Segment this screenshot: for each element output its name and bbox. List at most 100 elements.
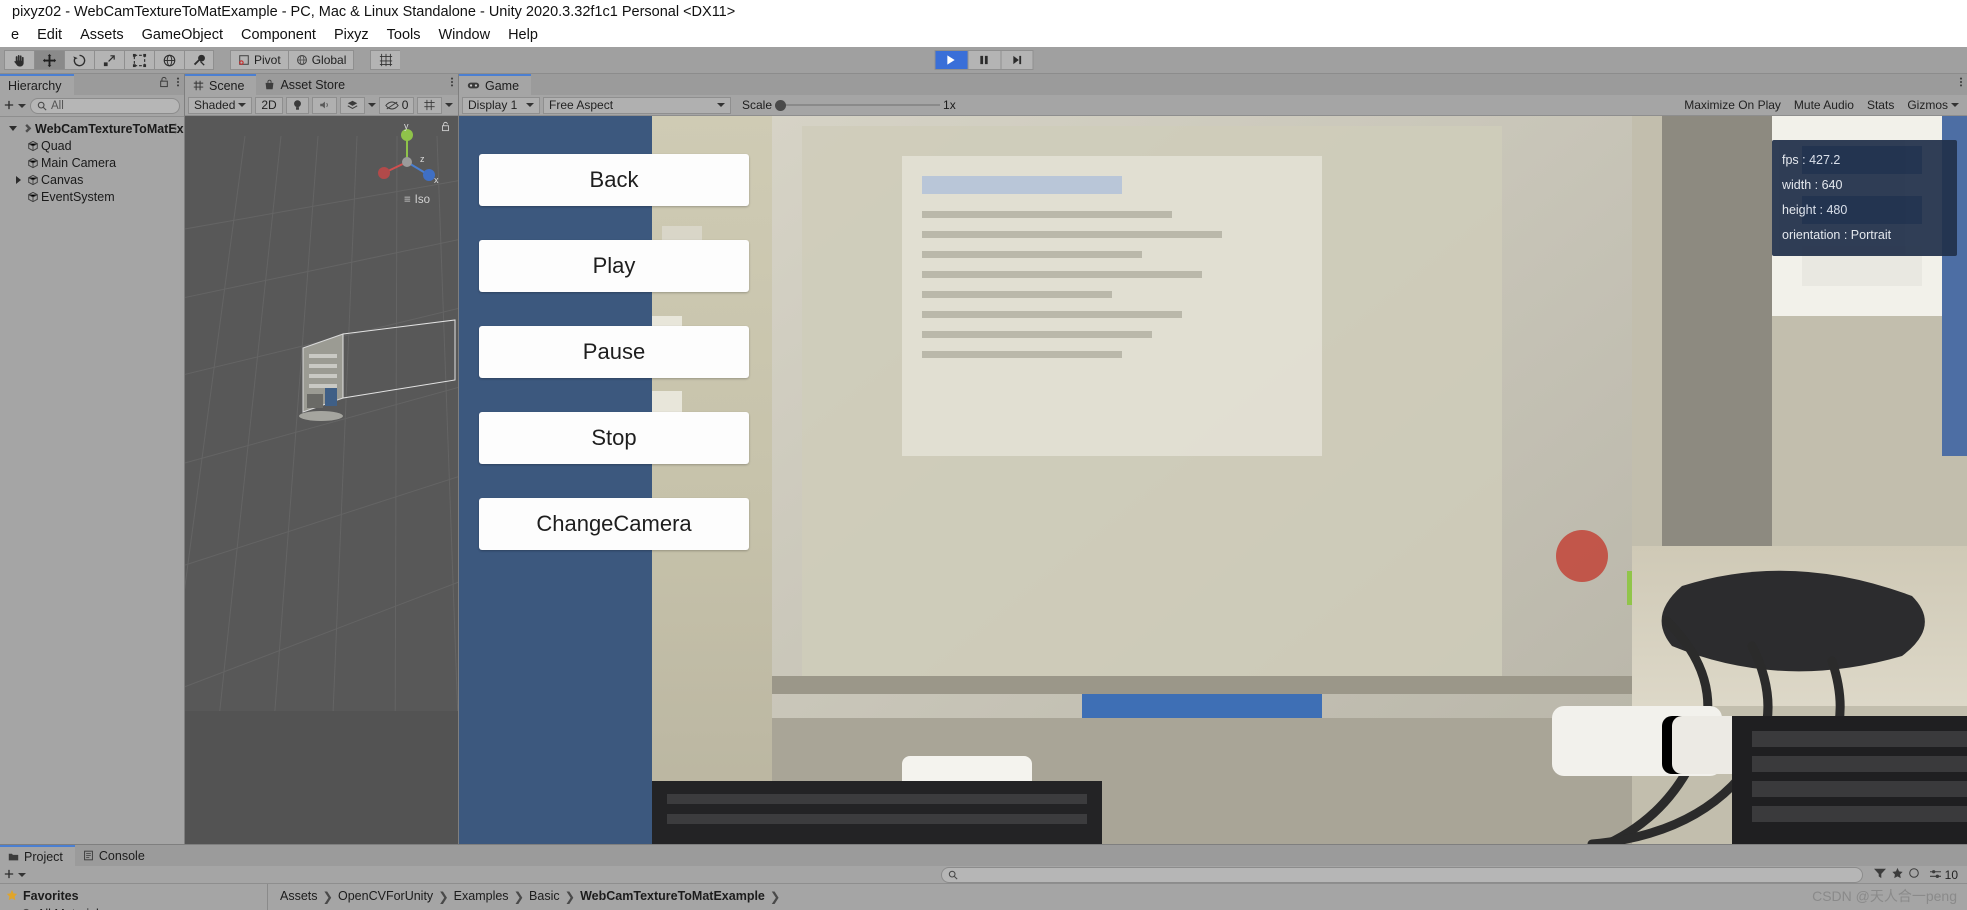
game-button-change-camera[interactable]: ChangeCamera xyxy=(479,498,749,550)
project-search-input[interactable] xyxy=(941,866,1863,883)
move-tool-button[interactable] xyxy=(34,50,64,70)
menu-item-edit[interactable]: Edit xyxy=(28,24,71,47)
webcam-feed xyxy=(652,116,1967,844)
breadcrumb-opencvforunity[interactable]: OpenCVForUnity xyxy=(338,889,433,903)
display-dropdown[interactable]: Display 1 xyxy=(462,96,540,114)
maximize-on-play-button[interactable]: Maximize On Play xyxy=(1679,97,1786,114)
breadcrumb-separator-icon: ❯ xyxy=(513,889,525,904)
scene-view-mode-label[interactable]: ≡ Iso xyxy=(404,194,430,206)
scene-fx-button[interactable] xyxy=(339,96,365,114)
custom-editor-tool-button[interactable] xyxy=(184,50,214,70)
scene-selected-quad xyxy=(299,319,456,421)
project-create-dropdown-icon[interactable] xyxy=(18,872,26,877)
chevron-down-icon xyxy=(717,103,725,107)
tab-game[interactable]: Game xyxy=(459,74,532,95)
filter-by-label-icon[interactable] xyxy=(1891,867,1904,882)
game-view[interactable]: Back Play Pause Stop ChangeCamera fps : … xyxy=(459,116,1967,844)
panel-menu-icon[interactable] xyxy=(176,76,180,91)
menu-item-component[interactable]: Component xyxy=(232,24,325,47)
scene-view-gizmo[interactable]: y z x xyxy=(374,122,440,194)
hierarchy-search-input[interactable]: All xyxy=(30,97,180,114)
expand-arrow-icon[interactable] xyxy=(6,126,19,131)
breadcrumb-assets[interactable]: Assets xyxy=(280,889,318,903)
game-button-stop[interactable]: Stop xyxy=(479,412,749,464)
scale-slider[interactable] xyxy=(775,97,941,113)
scale-tool-button[interactable] xyxy=(94,50,124,70)
menu-item-file[interactable]: e xyxy=(2,24,28,47)
rotate-tool-button[interactable] xyxy=(64,50,94,70)
breadcrumb-webcamtexturetomatexample[interactable]: WebCamTextureToMatExample xyxy=(580,889,765,903)
scene-lighting-button[interactable] xyxy=(285,96,309,114)
scene-menu-icon[interactable]: ⋮ xyxy=(170,122,181,135)
breadcrumb-examples[interactable]: Examples xyxy=(454,889,509,903)
game-button-pause[interactable]: Pause xyxy=(479,326,749,378)
hierarchy-row-eventsystem[interactable]: EventSystem xyxy=(0,188,184,205)
shading-mode-dropdown[interactable]: Shaded xyxy=(188,96,253,114)
project-favorites-row[interactable]: Favorites xyxy=(0,887,267,905)
scene-tab-icons xyxy=(450,76,454,91)
menu-item-gameobject[interactable]: GameObject xyxy=(133,24,232,47)
tab-scene[interactable]: Scene xyxy=(185,74,257,95)
panel-menu-icon[interactable] xyxy=(1959,76,1963,91)
tab-console[interactable]: Console xyxy=(74,845,157,866)
hierarchy-panel: Hierarchy All WebCamTextureToMatExar ⋮ Q… xyxy=(0,74,185,844)
project-all-materials-row[interactable]: All Materials xyxy=(0,905,267,910)
game-panel: Game Display 1 Free Aspect Scale 1x Maxi… xyxy=(459,74,1967,844)
scene-visibility-toggle[interactable]: 0 xyxy=(378,96,415,114)
scene-fx-dropdown-icon[interactable] xyxy=(367,103,376,107)
tab-hierarchy[interactable]: Hierarchy xyxy=(0,74,74,95)
menu-item-pixyz[interactable]: Pixyz xyxy=(325,24,378,47)
hand-tool-button[interactable] xyxy=(4,50,34,70)
game-button-back[interactable]: Back xyxy=(479,154,749,206)
stats-button[interactable]: Stats xyxy=(1862,97,1899,114)
filter-by-type-icon[interactable] xyxy=(1873,867,1887,882)
scene-grid-button[interactable] xyxy=(417,96,443,114)
toggle-2d-button[interactable]: 2D xyxy=(255,96,283,114)
project-favorites-icon[interactable] xyxy=(1908,867,1920,882)
hierarchy-add-dropdown-icon[interactable] xyxy=(18,103,26,108)
game-tab-row: Game xyxy=(459,74,1967,95)
scene-audio-button[interactable] xyxy=(311,96,337,114)
window-title: pixyz02 - WebCamTextureToMatExample - PC… xyxy=(12,4,736,20)
project-create-icon[interactable] xyxy=(4,868,14,882)
scene-tab-row: Scene Asset Store xyxy=(185,74,458,95)
pivot-button[interactable]: Pivot xyxy=(230,50,288,70)
grid-snapping-button[interactable] xyxy=(370,50,401,70)
gameobject-icon xyxy=(25,191,41,203)
menu-item-assets[interactable]: Assets xyxy=(71,24,133,47)
menu-item-window[interactable]: Window xyxy=(429,24,499,47)
hierarchy-row-quad[interactable]: Quad xyxy=(0,137,184,154)
menu-item-tools[interactable]: Tools xyxy=(378,24,430,47)
hierarchy-row-scene[interactable]: WebCamTextureToMatExar ⋮ xyxy=(0,120,184,137)
aspect-dropdown[interactable]: Free Aspect xyxy=(543,96,731,114)
tab-asset-store[interactable]: Asset Store xyxy=(256,74,358,95)
menu-item-help[interactable]: Help xyxy=(499,24,547,47)
lock-icon[interactable] xyxy=(159,76,169,91)
breadcrumb-basic[interactable]: Basic xyxy=(529,889,560,903)
tab-project[interactable]: Project xyxy=(0,845,75,866)
game-button-play[interactable]: Play xyxy=(479,240,749,292)
gizmo-lock-icon[interactable] xyxy=(441,120,450,135)
add-gameobject-icon[interactable] xyxy=(4,98,14,113)
hierarchy-label-eventsystem: EventSystem xyxy=(41,189,115,204)
scene-icon xyxy=(193,80,204,91)
grid-icon xyxy=(379,53,392,67)
hierarchy-row-canvas[interactable]: Canvas xyxy=(0,171,184,188)
rect-tool-button[interactable] xyxy=(124,50,154,70)
project-icon xyxy=(8,851,19,862)
step-button[interactable] xyxy=(1000,50,1033,70)
play-button[interactable] xyxy=(934,50,967,70)
gizmos-button[interactable]: Gizmos xyxy=(1902,97,1964,114)
shading-mode-label: Shaded xyxy=(194,98,236,112)
scene-grid-dropdown-icon[interactable] xyxy=(445,103,454,107)
transform-tool-button[interactable] xyxy=(154,50,184,70)
global-button[interactable]: Global xyxy=(287,50,355,70)
project-sidebar: Favorites All Materials xyxy=(0,884,268,910)
panel-menu-icon[interactable] xyxy=(450,76,454,91)
scene-view[interactable]: y z x ≡ Iso xyxy=(185,116,458,844)
mute-audio-button[interactable]: Mute Audio xyxy=(1789,97,1859,114)
collapse-arrow-icon[interactable] xyxy=(12,175,25,184)
scale-slider-handle[interactable] xyxy=(775,99,787,111)
pause-button[interactable] xyxy=(967,50,1000,70)
hierarchy-row-main-camera[interactable]: Main Camera xyxy=(0,154,184,171)
